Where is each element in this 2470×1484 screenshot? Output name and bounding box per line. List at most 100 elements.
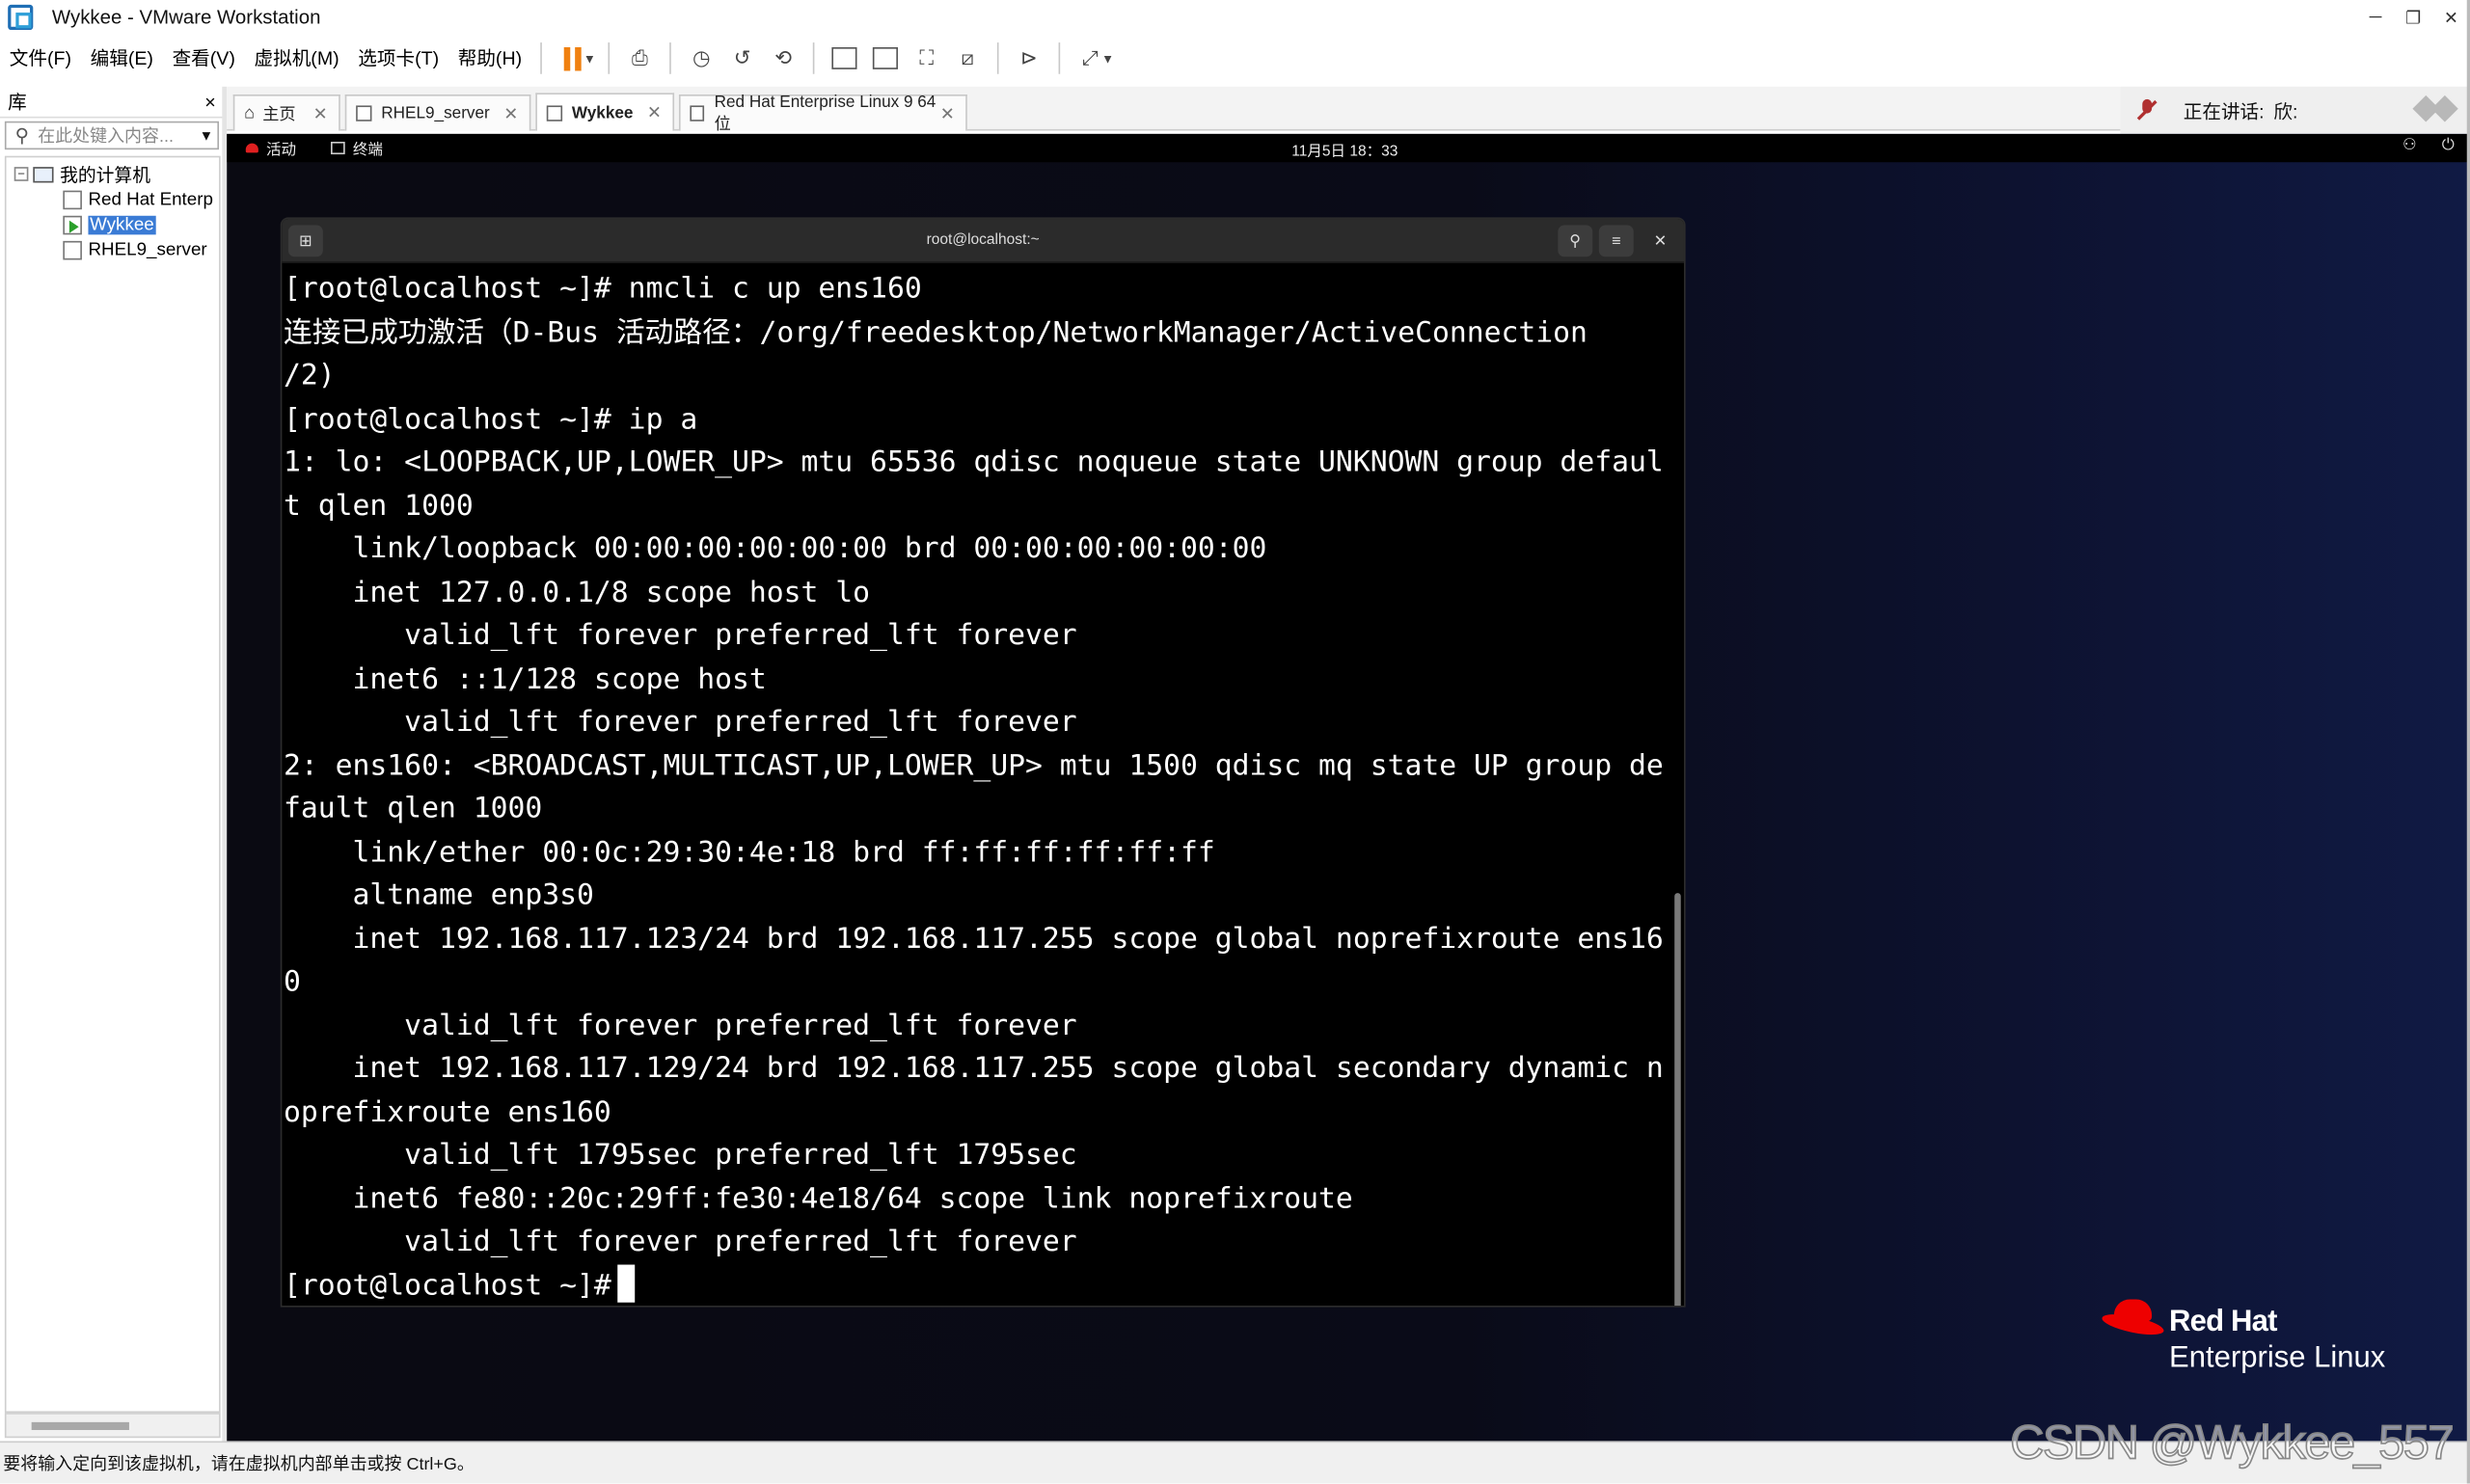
- library-search-input[interactable]: 在此处键入内容...: [38, 122, 174, 148]
- tree-root-label: 我的计算机: [60, 166, 150, 185]
- minimize-icon[interactable]: ─: [2356, 0, 2394, 35]
- menu-tabs[interactable]: 选项卡(T): [348, 40, 448, 75]
- close-icon: ✕: [1653, 231, 1668, 250]
- terminal-line: 2: ens160: <BROADCAST,MULTICAST,UP,LOWER…: [283, 748, 1664, 782]
- vm-icon: [63, 189, 82, 209]
- terminal-line: valid_lft forever preferred_lft forever: [283, 1009, 1077, 1042]
- tree-item-label: Red Hat Enterp: [88, 189, 213, 209]
- terminal-close-button[interactable]: ✕: [1643, 226, 1678, 257]
- tab-label: Wykkee: [571, 102, 634, 122]
- tab-red-hat-enterprise-linux[interactable]: Red Hat Enterprise Linux 9 64 位 ✕: [678, 93, 967, 133]
- terminal-line: link/ether 00:0c:29:30:4e:18 brd ff:ff:f…: [283, 835, 1215, 869]
- clock[interactable]: 11月5日 18：33: [1291, 139, 1398, 161]
- vmware-app-icon: [8, 4, 34, 31]
- close-icon[interactable]: ✕: [2432, 0, 2470, 35]
- terminal-header-bar: ⊞ root@localhost:~ ⚲ ≡ ✕: [282, 219, 1684, 263]
- console-view-button[interactable]: ⊳: [1009, 40, 1049, 77]
- library-search-box[interactable]: ⚲ 在此处键入内容... ▼: [4, 121, 220, 150]
- search-icon: ⚲: [14, 124, 30, 147]
- terminal-line: 1: lo: <LOOPBACK,UP,LOWER_UP> mtu 65536 …: [283, 445, 1664, 479]
- terminal-window[interactable]: ⊞ root@localhost:~ ⚲ ≡ ✕ [root@localhost…: [280, 217, 1686, 1308]
- terminal-search-button[interactable]: ⚲: [1558, 225, 1593, 257]
- tab-wykkee[interactable]: Wykkee ✕: [535, 93, 675, 131]
- fullscreen-button[interactable]: ⛶: [907, 40, 947, 77]
- vm-tab-icon: [546, 104, 563, 121]
- terminal-line: inet6 ::1/128 scope host: [283, 661, 767, 696]
- menu-view[interactable]: 查看(V): [163, 40, 245, 75]
- redhat-logo-icon: [2100, 1299, 2166, 1346]
- terminal-line: valid_lft forever preferred_lft forever: [283, 1225, 1077, 1259]
- show-library-button[interactable]: [825, 40, 865, 77]
- terminal-output[interactable]: [root@localhost ~]# nmcli c up ens160 连接已…: [283, 268, 1673, 1306]
- menu-help[interactable]: 帮助(H): [448, 40, 531, 75]
- terminal-line: inet 192.168.117.123/24 brd 192.168.117.…: [283, 922, 1664, 956]
- menu-vm[interactable]: 虚拟机(M): [245, 40, 349, 75]
- tab-close-icon[interactable]: ✕: [647, 102, 662, 123]
- gnome-top-bar: 活动 终端 11月5日 18：33 ⚇ ⏻: [227, 133, 2470, 163]
- library-view-icon: [831, 46, 857, 69]
- terminal-line: inet6 fe80::20c:29ff:fe30:4e18/64 scope …: [283, 1181, 1353, 1216]
- library-horizontal-scrollbar[interactable]: [4, 1413, 221, 1439]
- vm-tab-icon: [690, 105, 705, 121]
- status-message: 要将输入定向到该虚拟机，请在虚拟机内部单击或按 Ctrl+G。: [3, 1455, 475, 1474]
- terminal-menu-button[interactable]: ≡: [1598, 225, 1634, 257]
- app-menu-terminal[interactable]: 终端: [331, 137, 383, 159]
- mic-muted-icon[interactable]: [2136, 98, 2158, 121]
- library-close-icon[interactable]: ×: [204, 91, 215, 113]
- restore-icon[interactable]: ❐: [2395, 0, 2432, 35]
- tree-item-red-hat[interactable]: Red Hat Enterp: [63, 187, 213, 210]
- terminal-line: valid_lft 1795sec preferred_lft 1795sec: [283, 1138, 1077, 1173]
- tab-label: Red Hat Enterprise Linux 9 64 位: [714, 92, 936, 134]
- speaking-indicator: 正在讲话: 欣:: [2120, 86, 2470, 134]
- terminal-scrollbar[interactable]: [1674, 893, 1681, 1307]
- snapshot-button[interactable]: ◷: [681, 40, 721, 77]
- unity-icon: ⧄: [961, 45, 975, 69]
- menu-file[interactable]: 文件(F): [0, 40, 81, 75]
- menu-bar: 文件(F) 编辑(E) 查看(V) 虚拟机(M) 选项卡(T) 帮助(H) ▼ …: [0, 38, 1117, 78]
- send-ctrl-alt-del-button[interactable]: ⎙: [619, 40, 660, 77]
- terminal-cursor[interactable]: [617, 1263, 636, 1302]
- terminal-line: valid_lft forever preferred_lft forever: [283, 618, 1077, 653]
- network-icon[interactable]: ⚇: [2402, 137, 2417, 154]
- tree-root-my-computer[interactable]: − 我的计算机: [14, 162, 150, 185]
- library-tree: − 我的计算机 Red Hat Enterp Wykkee RHEL9_serv…: [4, 155, 221, 1414]
- toolbar-separator: [1058, 42, 1061, 74]
- revert-snapshot-button[interactable]: ↺: [721, 40, 762, 77]
- brand-line-1: Red Hat: [2169, 1306, 2277, 1339]
- terminal-prompt-line: [root@localhost ~]#: [284, 1263, 1673, 1306]
- tree-item-rhel9-server[interactable]: RHEL9_server: [63, 238, 207, 261]
- speaking-label: 正在讲话:: [2183, 99, 2265, 122]
- power-icon[interactable]: ⏻: [2442, 137, 2455, 154]
- stretch-dropdown-icon[interactable]: ▼: [1101, 51, 1114, 66]
- tab-home[interactable]: ⌂ 主页 ✕: [232, 94, 340, 131]
- terminal-line: /2): [283, 359, 336, 392]
- toolbar-separator: [540, 42, 543, 74]
- speaker-name: 欣:: [2273, 99, 2298, 122]
- tab-label: RHEL9_server: [381, 103, 490, 123]
- tree-item-wykkee[interactable]: Wykkee: [63, 212, 156, 235]
- collapse-icon[interactable]: −: [14, 167, 29, 181]
- tab-rhel9-server[interactable]: RHEL9_server ✕: [344, 94, 531, 131]
- scrollbar-thumb[interactable]: [31, 1421, 129, 1431]
- terminal-line: link/loopback 00:00:00:00:00:00 brd 00:0…: [283, 532, 1267, 566]
- activities-label: 活动: [266, 141, 297, 159]
- snapshot-manager-button[interactable]: ⟲: [763, 40, 803, 77]
- pause-dropdown-icon[interactable]: ▼: [584, 51, 596, 66]
- terminal-icon: [331, 141, 345, 155]
- tab-close-icon[interactable]: ✕: [313, 103, 328, 124]
- tab-close-icon[interactable]: ✕: [503, 103, 518, 124]
- thumbnail-bar-button[interactable]: [865, 40, 906, 77]
- search-dropdown-icon[interactable]: ▼: [196, 127, 218, 143]
- unity-button[interactable]: ⧄: [947, 40, 988, 77]
- vm-console[interactable]: 活动 终端 11月5日 18：33 ⚇ ⏻ ⊞ root@localhost:~…: [227, 133, 2470, 1442]
- terminal-line: inet 192.168.117.129/24 brd 192.168.117.…: [283, 1052, 1664, 1086]
- vm-icon: [63, 240, 82, 259]
- menu-edit[interactable]: 编辑(E): [81, 40, 163, 75]
- snapshot-icon: ◷: [692, 45, 711, 69]
- tree-item-label: Wykkee: [88, 214, 156, 234]
- snapshot-manager-icon: ⟲: [774, 45, 793, 69]
- meeting-logo-icon: [2413, 96, 2460, 124]
- tab-close-icon[interactable]: ✕: [940, 103, 955, 124]
- activities-button[interactable]: 活动: [245, 137, 297, 159]
- app-menu-label: 终端: [352, 141, 383, 159]
